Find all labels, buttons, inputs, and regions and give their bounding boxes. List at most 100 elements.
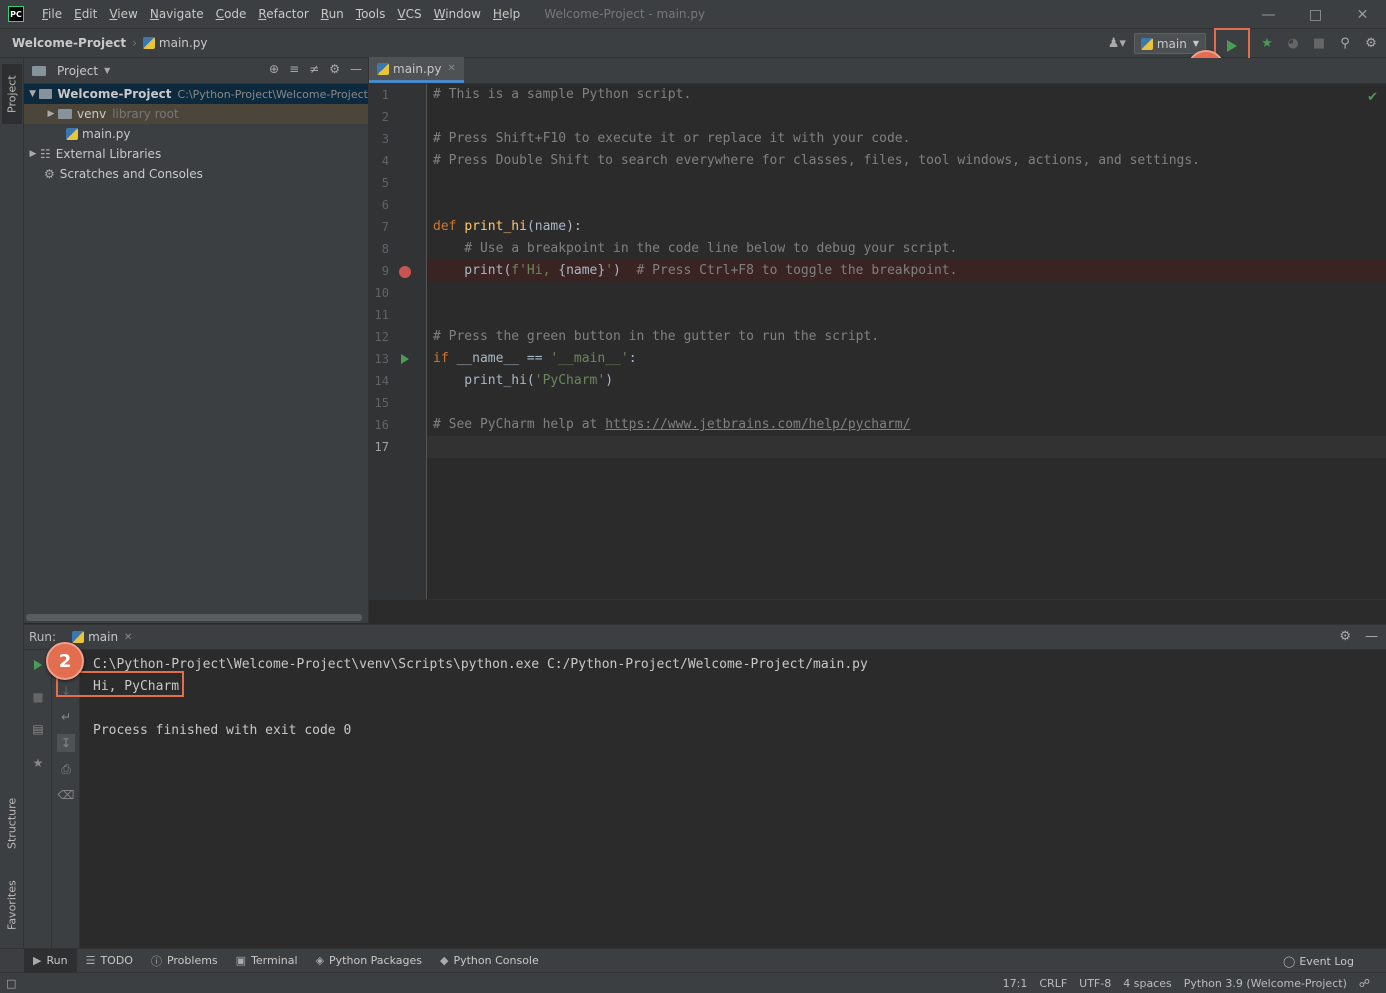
line-separator[interactable]: CRLF xyxy=(1039,977,1067,990)
rerun-icon[interactable] xyxy=(29,656,47,674)
tab-run[interactable]: ▶ Run xyxy=(24,948,77,973)
keyword-def: def xyxy=(433,219,465,234)
chevron-right-icon[interactable]: ▶ xyxy=(44,109,58,119)
run-label: Run: xyxy=(29,630,57,644)
expand-all-icon[interactable]: ≡ xyxy=(289,62,299,76)
check-icon[interactable]: ✔ xyxy=(1367,90,1378,105)
stop-icon[interactable]: ■ xyxy=(29,688,47,706)
chevron-right-icon[interactable]: ▶ xyxy=(26,149,40,159)
coverage-icon[interactable]: ◕ xyxy=(1284,35,1302,53)
line-number: 17 xyxy=(374,440,389,454)
line-number: 15 xyxy=(374,396,389,410)
python-icon: ◆ xyxy=(439,954,449,967)
menu-navigate[interactable]: Navigate xyxy=(144,0,210,29)
gear-icon[interactable]: ⚙ xyxy=(329,62,340,76)
hide-icon[interactable]: — xyxy=(1365,629,1378,644)
tree-row-venv[interactable]: ▶ venv library root xyxy=(24,104,368,124)
gear-icon[interactable]: ⚙ xyxy=(1339,629,1351,644)
line-number: 6 xyxy=(381,198,389,212)
close-icon[interactable]: ✕ xyxy=(124,632,132,643)
menu-refactor[interactable]: Refactor xyxy=(252,0,314,29)
code-area[interactable]: # This is a sample Python script. # Pres… xyxy=(427,84,1386,599)
chevron-down-icon[interactable]: ▼ xyxy=(104,66,110,75)
tab-python-packages[interactable]: ◈ Python Packages xyxy=(307,949,431,973)
line-number: 1 xyxy=(381,88,389,102)
tab-terminal[interactable]: ▣ Terminal xyxy=(227,949,307,973)
structure-tool-tab[interactable]: Structure xyxy=(2,788,22,858)
breakpoint-icon[interactable] xyxy=(399,266,411,278)
keyword-if: if xyxy=(433,351,457,366)
packages-icon: ◈ xyxy=(315,954,325,967)
debug-icon[interactable]: ★ xyxy=(1258,35,1276,53)
tab-todo[interactable]: ☰ TODO xyxy=(77,949,142,973)
gear-icon[interactable]: ⚙ xyxy=(1362,35,1380,53)
favorites-tool-tab[interactable]: Favorites xyxy=(2,870,22,940)
code-line-1: # This is a sample Python script. xyxy=(433,87,692,102)
close-icon[interactable]: ✕ xyxy=(1339,0,1386,29)
main-file-name: main.py xyxy=(82,127,131,141)
editor-tab-main-py[interactable]: main.py ✕ xyxy=(369,57,464,83)
editor-horizontal-scroll-area[interactable] xyxy=(369,599,1386,623)
editor-tab-bar: main.py ✕ xyxy=(369,57,1386,84)
menu-window[interactable]: Window xyxy=(428,0,487,29)
run-tab-main[interactable]: main ✕ xyxy=(72,625,132,650)
chevron-down-icon[interactable]: ▼ xyxy=(26,89,39,99)
folder-icon xyxy=(39,89,53,99)
soft-wrap-icon[interactable]: ↵ xyxy=(57,708,75,726)
project-panel: Project ▼ ⊕ ≡ ≠ ⚙ — ▼ Welcome-Project C:… xyxy=(24,58,369,623)
project-panel-header: Project ▼ ⊕ ≡ ≠ ⚙ — xyxy=(24,58,368,84)
gutter-run-icon[interactable] xyxy=(401,354,409,364)
pin-icon[interactable]: ★ xyxy=(29,754,47,772)
horizontal-scrollbar[interactable] xyxy=(26,614,362,621)
menu-file[interactable]: File xyxy=(36,0,68,29)
toggle-tool-windows-icon[interactable]: □ xyxy=(6,977,16,990)
code-line-12: # Press the green button in the gutter t… xyxy=(433,329,880,344)
scroll-to-end-icon[interactable]: ↧ xyxy=(57,734,75,752)
left-tool-stripe: Project Structure Favorites xyxy=(0,58,24,948)
breadcrumb-project[interactable]: Welcome-Project xyxy=(12,36,126,50)
chevron-right-icon: › xyxy=(132,36,137,50)
lock-icon[interactable]: ☍ xyxy=(1359,977,1370,990)
console-line: Hi, PyCharm xyxy=(93,679,180,694)
tree-row-scratches[interactable]: ⚙ Scratches and Consoles xyxy=(24,164,368,184)
menu-view[interactable]: View xyxy=(103,0,143,29)
console-output[interactable]: C:\Python-Project\Welcome-Project\venv\S… xyxy=(80,650,1386,949)
stop-icon[interactable]: ■ xyxy=(1310,35,1328,53)
help-link[interactable]: https://www.jetbrains.com/help/pycharm/ xyxy=(605,417,910,432)
minimize-icon[interactable]: — xyxy=(1245,0,1292,29)
menu-tools[interactable]: Tools xyxy=(350,0,392,29)
code-line-3: # Press Shift+F10 to execute it or repla… xyxy=(433,131,911,146)
project-view-selector[interactable]: Project xyxy=(57,64,98,78)
menu-edit[interactable]: Edit xyxy=(68,0,103,29)
tree-row-external-libraries[interactable]: ▶ ☷ External Libraries xyxy=(24,144,368,164)
menu-vcs[interactable]: VCS xyxy=(391,0,427,29)
print-icon[interactable]: ⎙ xyxy=(57,760,75,778)
search-icon[interactable]: ⚲ xyxy=(1336,35,1354,53)
tree-row-project-root[interactable]: ▼ Welcome-Project C:\Python-Project\Welc… xyxy=(24,84,368,104)
python-interpreter[interactable]: Python 3.9 (Welcome-Project) xyxy=(1184,977,1347,990)
editor-gutter[interactable]: 1 2 3 4 5 6 7 8 9 10 11 12 13 14 15 16 1… xyxy=(369,84,427,599)
run-config-selector[interactable]: main ▼ xyxy=(1133,33,1206,54)
collapse-all-icon[interactable]: ≠ xyxy=(309,62,319,76)
user-icon[interactable]: ♟▾ xyxy=(1108,35,1126,53)
close-icon[interactable]: ✕ xyxy=(448,63,456,74)
trash-icon[interactable]: ⌫ xyxy=(57,786,75,804)
caret-position[interactable]: 17:1 xyxy=(1003,977,1028,990)
code-line-16: # See PyCharm help at https://www.jetbra… xyxy=(433,414,910,436)
project-tool-tab[interactable]: Project xyxy=(2,64,22,124)
menu-run[interactable]: Run xyxy=(315,0,350,29)
locate-icon[interactable]: ⊕ xyxy=(269,62,279,76)
hide-icon[interactable]: — xyxy=(350,62,362,76)
menu-help[interactable]: Help xyxy=(487,0,526,29)
layout-icon[interactable]: ▤ xyxy=(29,720,47,738)
event-log-button[interactable]: ◯ Event Log xyxy=(1283,949,1354,973)
maximize-icon[interactable]: □ xyxy=(1292,0,1339,29)
menu-code[interactable]: Code xyxy=(210,0,253,29)
tab-problems[interactable]: ⓘ Problems xyxy=(142,949,227,973)
tab-python-console[interactable]: ◆ Python Console xyxy=(431,949,548,973)
indent-setting[interactable]: 4 spaces xyxy=(1123,977,1172,990)
breadcrumb-file[interactable]: main.py xyxy=(159,36,208,50)
file-encoding[interactable]: UTF-8 xyxy=(1079,977,1111,990)
event-log-icon: ◯ xyxy=(1283,954,1296,968)
tree-row-main-py[interactable]: main.py xyxy=(24,124,368,144)
